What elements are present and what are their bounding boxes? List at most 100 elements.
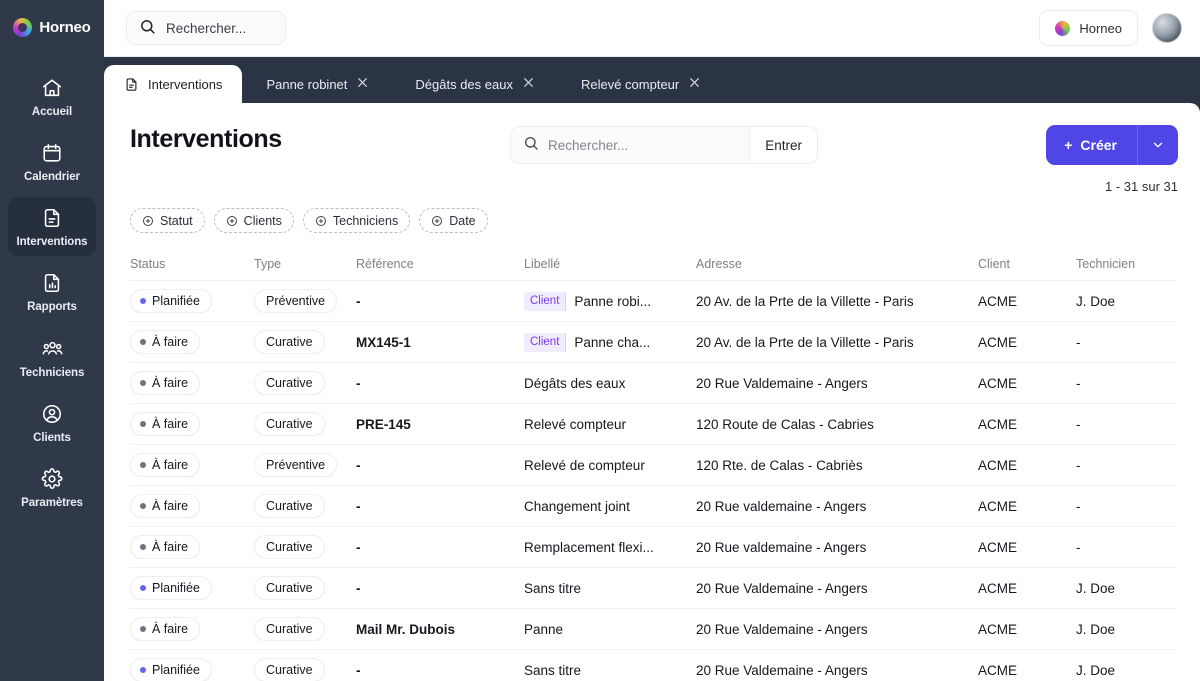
status-badge[interactable]: À faire <box>130 453 201 477</box>
sidebar-item-parametres[interactable]: Paramètres <box>8 458 96 517</box>
table-row[interactable]: À faire Curative - Remplacement flexi... 20 … <box>130 527 1176 568</box>
type-badge[interactable]: Préventive <box>254 453 338 477</box>
sidebar-item-techniciens[interactable]: Techniciens <box>8 327 96 387</box>
type-badge[interactable]: Curative <box>254 330 325 354</box>
tab-degats-des-eaux[interactable]: Dégâts des eaux <box>393 65 557 103</box>
column-header-technicien[interactable]: Technicien <box>1076 257 1176 271</box>
status-label: À faire <box>152 376 189 390</box>
status-dot-icon <box>140 298 146 304</box>
cell-libelle: Sans titre <box>524 663 696 678</box>
tab-interventions[interactable]: Interventions <box>104 65 243 103</box>
type-badge[interactable]: Curative <box>254 412 325 436</box>
sidebar-item-rapports[interactable]: Rapports <box>8 262 96 321</box>
type-badge[interactable]: Curative <box>254 617 325 641</box>
column-header-type[interactable]: Type <box>254 257 356 271</box>
close-icon[interactable] <box>688 76 701 92</box>
table-row[interactable]: À faire Curative - Dégâts des eaux 20 Rue Va… <box>130 363 1176 404</box>
status-badge[interactable]: Planifiée <box>130 576 212 600</box>
type-badge[interactable]: Curative <box>254 371 325 395</box>
filter-chip-clients[interactable]: Clients <box>213 208 294 233</box>
cell-technicien: J. Doe <box>1076 293 1116 309</box>
tab-label: Relevé compteur <box>580 76 680 92</box>
column-header-libelle[interactable]: Libellé <box>524 257 696 271</box>
create-button-main[interactable]: + Créer <box>1046 137 1137 153</box>
cell-status: À faire <box>130 330 254 354</box>
status-badge[interactable]: À faire <box>130 330 201 354</box>
table-row[interactable]: À faire Curative Mail Mr. Dubois Panne 20 Ru… <box>130 609 1176 650</box>
search-icon <box>139 18 156 38</box>
status-badge[interactable]: Planifiée <box>130 289 212 313</box>
create-button[interactable]: + Créer <box>1046 125 1178 165</box>
sidebar-item-clients[interactable]: Clients <box>8 393 96 452</box>
filter-chip-date[interactable]: Date <box>419 208 488 233</box>
cell-type: Curative <box>254 330 356 354</box>
cell-status: Planifiée <box>130 576 254 600</box>
cell-status: À faire <box>130 453 254 477</box>
type-badge[interactable]: Curative <box>254 576 325 600</box>
users-group-icon <box>41 337 64 360</box>
sidebar-item-label: Calendrier <box>24 171 80 183</box>
avatar[interactable] <box>1152 13 1182 43</box>
status-dot-icon <box>140 626 146 632</box>
cell-reference: - <box>356 457 361 473</box>
filter-chip-label: Techniciens <box>332 213 399 228</box>
column-header-status[interactable]: Status <box>130 257 254 271</box>
tab-releve-compteur[interactable]: Relevé compteur <box>559 65 723 103</box>
status-badge[interactable]: À faire <box>130 371 201 395</box>
cell-libelle: Relevé compteur <box>524 417 696 432</box>
type-badge[interactable]: Curative <box>254 494 325 518</box>
cell-adresse: 20 Rue Valdemaine - Angers <box>696 621 868 637</box>
table-row[interactable]: À faire Curative - Changement joint 20 Rue v… <box>130 486 1176 527</box>
cell-technicien: - <box>1076 416 1081 432</box>
create-button-label: Créer <box>1080 137 1117 153</box>
type-badge[interactable]: Préventive <box>254 289 338 313</box>
table-row[interactable]: À faire Curative MX145-1 Client Panne cha...… <box>130 322 1176 363</box>
column-header-adresse[interactable]: Adresse <box>696 257 978 271</box>
close-icon[interactable] <box>356 76 369 92</box>
status-badge[interactable]: À faire <box>130 412 201 436</box>
tab-panne-robinet[interactable]: Panne robinet <box>244 65 391 103</box>
cell-technicien: J. Doe <box>1076 662 1116 678</box>
sidebar: Horneo Accueil Calendrier Interventions <box>0 0 104 681</box>
status-badge[interactable]: Planifiée <box>130 658 212 681</box>
libelle-text: Panne robi... <box>574 293 651 309</box>
table-row[interactable]: À faire Préventive - Relevé de compteur 120 … <box>130 445 1176 486</box>
table-row[interactable]: Planifiée Curative - Sans titre 20 Rue Valde… <box>130 650 1176 681</box>
table-row[interactable]: À faire Curative PRE-145 Relevé compteur 120… <box>130 404 1176 445</box>
status-badge[interactable]: À faire <box>130 617 201 641</box>
status-badge[interactable]: À faire <box>130 535 201 559</box>
brand[interactable]: Horneo <box>13 13 91 41</box>
column-header-client[interactable]: Client <box>978 257 1076 271</box>
column-header-reference[interactable]: Référence <box>356 257 524 271</box>
cell-libelle: Dégâts des eaux <box>524 376 696 391</box>
type-badge[interactable]: Curative <box>254 535 325 559</box>
cell-status: Planifiée <box>130 289 254 313</box>
type-badge[interactable]: Curative <box>254 658 325 681</box>
sidebar-item-calendrier[interactable]: Calendrier <box>8 132 96 191</box>
gear-icon <box>41 468 63 490</box>
plus-circle-icon <box>315 215 326 226</box>
status-label: À faire <box>152 540 189 554</box>
filter-chip-techniciens[interactable]: Techniciens <box>302 208 411 233</box>
org-logo-icon <box>1055 20 1071 36</box>
table-row[interactable]: Planifiée Préventive - Client Panne robi... 2… <box>130 281 1176 322</box>
cell-adresse: 20 Rue Valdemaine - Angers <box>696 662 868 678</box>
status-label: Planifiée <box>152 663 200 677</box>
cell-type: Curative <box>254 412 356 436</box>
org-switcher-button[interactable]: Horneo <box>1039 10 1138 46</box>
create-dropdown-toggle[interactable] <box>1137 125 1178 165</box>
filter-chip-statut[interactable]: Statut <box>130 208 205 233</box>
sidebar-item-interventions[interactable]: Interventions <box>8 197 96 256</box>
cell-type: Curative <box>254 494 356 518</box>
page-search-input[interactable]: Rechercher... Entrer <box>510 126 818 164</box>
global-search-input[interactable]: Rechercher... <box>126 11 286 45</box>
enter-button[interactable]: Entrer <box>749 127 817 163</box>
cell-reference: PRE-145 <box>356 416 411 432</box>
document-icon <box>41 207 63 229</box>
sidebar-item-label: Paramètres <box>21 497 83 509</box>
sidebar-item-accueil[interactable]: Accueil <box>8 67 96 126</box>
close-icon[interactable] <box>522 76 535 92</box>
brand-name: Horneo <box>39 18 91 36</box>
status-badge[interactable]: À faire <box>130 494 201 518</box>
table-row[interactable]: Planifiée Curative - Sans titre 20 Rue Valde… <box>130 568 1176 609</box>
